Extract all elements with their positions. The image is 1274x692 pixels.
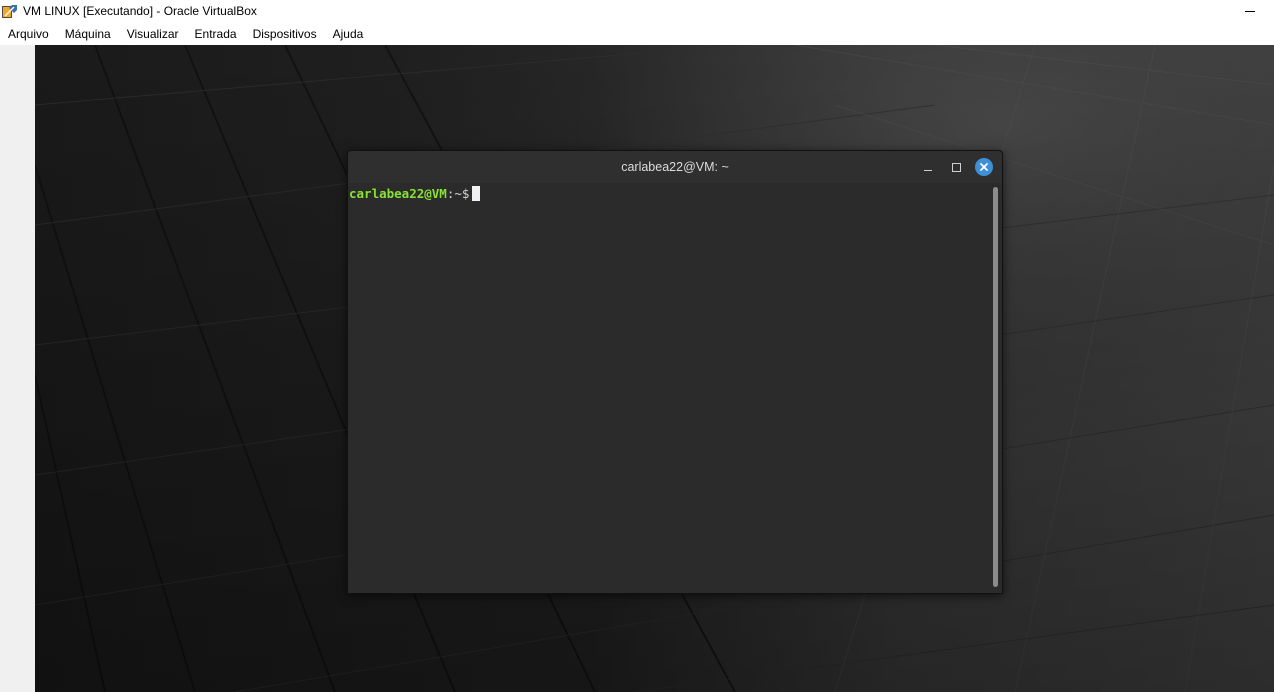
close-icon — [975, 158, 993, 176]
terminal-header[interactable]: carlabea22@VM: ~ — [348, 151, 1002, 183]
menu-entrada[interactable]: Entrada — [187, 23, 245, 45]
guest-display[interactable]: carlabea22@VM: ~ carlabea22@VM:~$ — [35, 45, 1274, 692]
menu-maquina[interactable]: Máquina — [57, 23, 119, 45]
prompt-symbol: $ — [461, 186, 470, 201]
menu-ajuda[interactable]: Ajuda — [325, 23, 372, 45]
minimize-button[interactable] — [1240, 2, 1260, 20]
shell-prompt: carlabea22@VM:~$ — [349, 186, 481, 201]
left-gutter — [0, 45, 35, 692]
host-title-bar: VM LINUX [Executando] - Oracle VirtualBo… — [0, 0, 1274, 23]
maximize-icon — [951, 162, 961, 172]
menu-bar: Arquivo Máquina Visualizar Entrada Dispo… — [0, 23, 1274, 45]
menu-arquivo[interactable]: Arquivo — [0, 23, 57, 45]
prompt-path: ~ — [454, 186, 462, 201]
terminal-close-button[interactable] — [975, 158, 993, 176]
terminal-window[interactable]: carlabea22@VM: ~ carlabea22@VM:~$ — [347, 150, 1003, 594]
terminal-title: carlabea22@VM: ~ — [621, 160, 729, 174]
terminal-scrollbar[interactable] — [993, 187, 998, 587]
prompt-user-host: carlabea22@VM — [349, 186, 447, 201]
window-title: VM LINUX [Executando] - Oracle VirtualBo… — [23, 4, 257, 18]
terminal-maximize-button[interactable] — [947, 158, 965, 176]
menu-dispositivos[interactable]: Dispositivos — [245, 23, 325, 45]
text-cursor — [472, 186, 481, 201]
minimize-icon — [924, 169, 932, 171]
virtualbox-icon — [2, 5, 17, 18]
minimize-icon — [1245, 10, 1255, 12]
terminal-body[interactable]: carlabea22@VM:~$ — [348, 183, 988, 593]
terminal-minimize-button[interactable] — [919, 158, 937, 176]
menu-visualizar[interactable]: Visualizar — [119, 23, 187, 45]
